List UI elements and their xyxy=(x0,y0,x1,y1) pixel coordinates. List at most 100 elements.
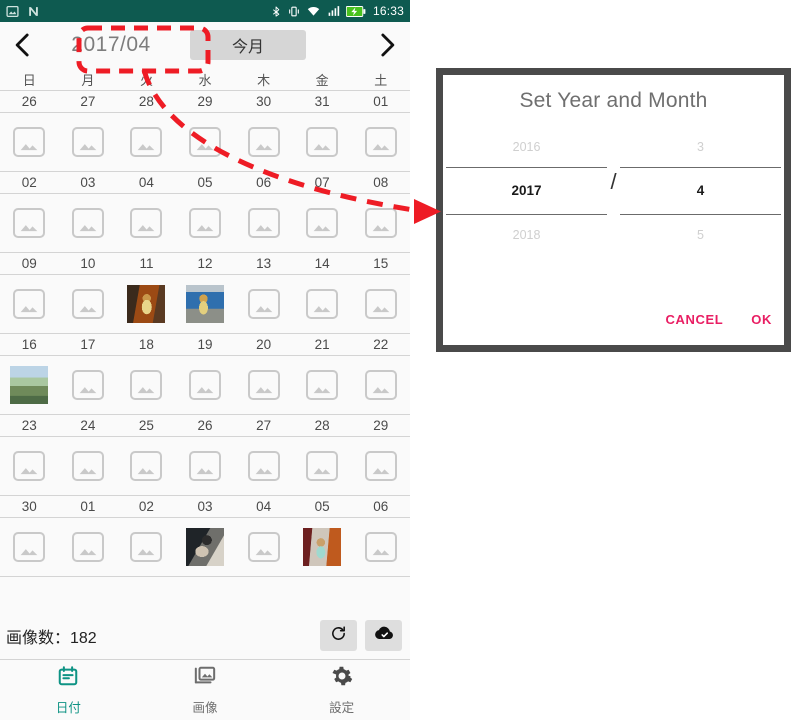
day-cell[interactable] xyxy=(59,208,118,238)
day-cell[interactable] xyxy=(234,208,293,238)
day-cell[interactable] xyxy=(234,451,293,481)
summary-bar: 画像数：182 xyxy=(0,612,410,660)
ok-button[interactable]: OK xyxy=(751,312,772,327)
next-month-button[interactable] xyxy=(364,22,410,68)
day-cell[interactable] xyxy=(351,370,410,400)
day-cell[interactable] xyxy=(293,451,352,481)
day-number: 26 xyxy=(21,94,37,109)
day-photo-thumbnail[interactable] xyxy=(186,285,225,323)
day-cell[interactable] xyxy=(293,289,352,319)
day-cell[interactable] xyxy=(117,451,176,481)
tab-settings[interactable]: 設定 xyxy=(273,660,410,720)
photo-placeholder-icon xyxy=(189,208,222,238)
day-cell[interactable] xyxy=(0,366,59,404)
day-cell[interactable] xyxy=(293,370,352,400)
day-number: 22 xyxy=(373,337,389,352)
photo-placeholder-icon xyxy=(247,127,280,157)
month-previous-value[interactable]: 3 xyxy=(620,127,780,167)
calendar-icon xyxy=(57,665,79,692)
year-month-button[interactable]: 2017/04 xyxy=(46,33,176,57)
day-cell[interactable] xyxy=(0,289,59,319)
day-photo-thumbnail[interactable] xyxy=(186,528,225,566)
day-number: 03 xyxy=(197,499,213,514)
month-picker-column[interactable]: 3 4 5 xyxy=(620,127,781,255)
day-photo-thumbnail[interactable] xyxy=(10,366,49,404)
day-cell[interactable] xyxy=(176,285,235,323)
day-number: 14 xyxy=(314,256,330,271)
day-cell[interactable] xyxy=(293,208,352,238)
day-cell[interactable] xyxy=(351,451,410,481)
photo-placeholder-icon xyxy=(247,532,280,562)
day-cell[interactable] xyxy=(234,289,293,319)
day-thumbnail-row xyxy=(0,437,410,495)
day-number: 01 xyxy=(80,499,96,514)
day-cell[interactable] xyxy=(234,370,293,400)
year-previous-value[interactable]: 2016 xyxy=(446,127,606,167)
day-number: 12 xyxy=(197,256,213,271)
weekday-label: 金 xyxy=(315,72,329,88)
year-next-value[interactable]: 2018 xyxy=(446,215,606,255)
cancel-button[interactable]: CANCEL xyxy=(666,312,724,327)
day-cell[interactable] xyxy=(351,208,410,238)
phone-screen: 16:33 2017/04 今月 日 月 火 水 木 金 土 26 27 28 29 30 31 01 02… xyxy=(0,0,410,720)
day-number-row: 09 10 11 12 13 14 15 xyxy=(0,253,410,274)
refresh-button[interactable] xyxy=(320,620,357,651)
day-cell[interactable] xyxy=(59,289,118,319)
day-cell[interactable] xyxy=(176,451,235,481)
today-button-label: 今月 xyxy=(231,39,264,56)
day-cell[interactable] xyxy=(59,532,118,562)
status-bar-clock: 16:33 xyxy=(372,4,404,18)
day-cell[interactable] xyxy=(59,370,118,400)
tab-date[interactable]: 日付 xyxy=(0,660,137,720)
photo-placeholder-icon xyxy=(364,532,397,562)
day-cell[interactable] xyxy=(0,127,59,157)
day-cell[interactable] xyxy=(0,208,59,238)
day-cell[interactable] xyxy=(351,532,410,562)
day-cell[interactable] xyxy=(59,127,118,157)
day-cell[interactable] xyxy=(293,127,352,157)
day-cell[interactable] xyxy=(176,127,235,157)
day-cell[interactable] xyxy=(234,532,293,562)
year-month-label: 2017/04 xyxy=(71,33,151,56)
day-number: 06 xyxy=(256,175,272,190)
day-cell[interactable] xyxy=(351,289,410,319)
year-picker-column[interactable]: 2016 2017 2018 xyxy=(446,127,607,255)
day-photo-thumbnail[interactable] xyxy=(303,528,342,566)
today-button[interactable]: 今月 xyxy=(190,30,306,60)
image-icon xyxy=(6,5,19,18)
signal-icon xyxy=(326,5,341,18)
day-cell[interactable] xyxy=(0,451,59,481)
day-cell[interactable] xyxy=(176,370,235,400)
cloud-sync-button[interactable] xyxy=(365,620,402,651)
photo-placeholder-icon xyxy=(189,370,222,400)
day-cell[interactable] xyxy=(293,528,352,566)
refresh-icon xyxy=(330,625,347,647)
prev-month-button[interactable] xyxy=(0,22,46,68)
day-cell[interactable] xyxy=(117,370,176,400)
vibrate-icon xyxy=(287,5,301,18)
month-selected-value[interactable]: 4 xyxy=(620,167,781,215)
day-cell[interactable] xyxy=(234,127,293,157)
month-next-value[interactable]: 5 xyxy=(620,215,780,255)
tab-image[interactable]: 画像 xyxy=(137,660,274,720)
day-cell[interactable] xyxy=(176,208,235,238)
day-photo-thumbnail[interactable] xyxy=(127,285,166,323)
day-cell[interactable] xyxy=(351,127,410,157)
day-cell[interactable] xyxy=(59,451,118,481)
day-number: 29 xyxy=(373,418,389,433)
day-cell[interactable] xyxy=(176,528,235,566)
day-number: 17 xyxy=(80,337,96,352)
day-cell[interactable] xyxy=(117,127,176,157)
photo-placeholder-icon xyxy=(247,451,280,481)
photo-placeholder-icon xyxy=(71,370,104,400)
calendar-header: 2017/04 今月 xyxy=(0,22,410,68)
day-cell[interactable] xyxy=(117,532,176,562)
day-cell[interactable] xyxy=(117,285,176,323)
day-cell[interactable] xyxy=(0,532,59,562)
photo-placeholder-icon xyxy=(13,208,46,238)
day-cell[interactable] xyxy=(117,208,176,238)
photo-placeholder-icon xyxy=(130,208,163,238)
year-selected-value[interactable]: 2017 xyxy=(446,167,607,215)
calendar-grid: 日 月 火 水 木 金 土 26 27 28 29 30 31 01 02 03 04 05 06 07 08 09 10 1… xyxy=(0,68,410,577)
weekday-label: 土 xyxy=(374,72,388,88)
